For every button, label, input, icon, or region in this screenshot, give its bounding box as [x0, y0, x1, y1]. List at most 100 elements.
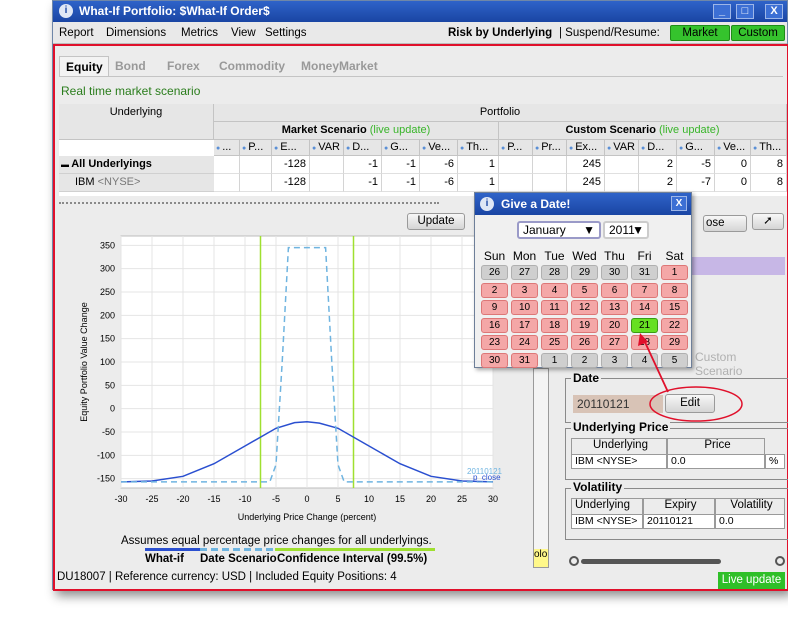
column-label: Ex... [575, 141, 598, 153]
tab-commodity[interactable]: Commodity [213, 56, 295, 76]
portfolio-header: Portfolio [214, 104, 787, 122]
calendar-day[interactable]: 16 [481, 317, 508, 333]
calendar-day[interactable]: 29 [571, 265, 598, 280]
scroll-thumb[interactable] [581, 559, 721, 564]
calendar-day[interactable]: 27 [601, 335, 628, 350]
detach-button[interactable]: ➚ [752, 213, 784, 230]
market-column-header[interactable]: ● D... [344, 140, 382, 156]
exchange-label: <NYSE> [94, 176, 141, 188]
tab-forex[interactable]: Forex [161, 56, 213, 76]
calendar-day[interactable]: 14 [631, 300, 658, 315]
calendar-day[interactable]: 6 [601, 282, 628, 298]
menu-view[interactable]: View [231, 27, 256, 39]
tab-equity[interactable]: Equity [59, 56, 109, 76]
market-column-header[interactable]: ● P... [240, 140, 272, 156]
calendar-day[interactable]: 18 [541, 317, 568, 333]
tab-bond[interactable]: Bond [109, 56, 161, 76]
calendar-day[interactable]: 27 [511, 265, 538, 280]
custom-column-header[interactable]: ● Ex... [567, 140, 605, 156]
menu-settings[interactable]: Settings [265, 27, 307, 39]
year-select[interactable]: 2011 ▼ [603, 221, 649, 239]
calendar-day[interactable]: 25 [541, 335, 568, 350]
calendar-day[interactable]: 2 [571, 352, 598, 368]
custom-column-header[interactable]: ● P... [499, 140, 533, 156]
app-icon: i [59, 4, 73, 18]
vol-volatility-cell[interactable]: 0.0 [715, 514, 785, 529]
custom-toggle-button[interactable]: Custom [731, 25, 785, 41]
calendar-day[interactable]: 12 [571, 300, 598, 315]
underlying-header[interactable]: Underlying [59, 104, 214, 140]
calendar-day[interactable]: 1 [661, 265, 688, 280]
horizontal-scrollbar[interactable] [569, 556, 787, 566]
tab-moneymarket[interactable]: MoneyMarket [295, 56, 383, 76]
close-panel-button[interactable]: ose [703, 215, 747, 232]
custom-column-header[interactable]: ● VAR [605, 140, 639, 156]
calendar-day[interactable]: 2 [481, 282, 508, 298]
custom-column-header[interactable]: ● Pr... [533, 140, 567, 156]
calendar-day[interactable]: 7 [631, 282, 658, 298]
calendar-day[interactable]: 28 [541, 265, 568, 280]
y-tick-label: -150 [97, 474, 115, 484]
close-button[interactable]: X [765, 4, 783, 19]
calendar-day[interactable]: 15 [661, 300, 688, 315]
calendar-day[interactable]: 26 [481, 265, 508, 280]
maximize-button[interactable]: □ [736, 4, 754, 19]
calendar-day[interactable]: 10 [511, 300, 538, 315]
calendar-day[interactable]: 19 [571, 317, 598, 333]
custom-column-header[interactable]: ● G... [677, 140, 715, 156]
calendar-day[interactable]: 9 [481, 300, 508, 315]
calendar-day[interactable]: 5 [571, 282, 598, 298]
market-column-header[interactable]: ● Th... [458, 140, 499, 156]
calendar-day[interactable]: 23 [481, 335, 508, 350]
calendar-day[interactable]: 30 [601, 265, 628, 280]
portfolio-value-chart: -30 -25 -20 -15 -10 -5 0 5 10 15 20 25 30-150-100-50… [79, 235, 503, 522]
calendar-day[interactable]: 24 [511, 335, 538, 350]
minimize-button[interactable]: _ [713, 4, 731, 19]
table-row-name[interactable]: ▬ All Underlyings [59, 156, 214, 174]
splitter[interactable] [59, 202, 439, 204]
calendar-day[interactable]: 31 [631, 265, 658, 280]
calendar-day[interactable]: 3 [511, 282, 538, 298]
calendar-day[interactable]: 26 [571, 335, 598, 350]
calendar-day[interactable]: 20 [601, 317, 628, 333]
custom-column-header[interactable]: ● Ve... [715, 140, 751, 156]
up-percent-cell[interactable]: % [765, 454, 785, 469]
calendar-day[interactable]: 3 [601, 352, 628, 368]
calendar-day[interactable]: 1 [541, 352, 568, 368]
calendar-day[interactable]: 8 [661, 282, 688, 298]
up-underlying-cell[interactable]: IBM <NYSE> [571, 454, 667, 469]
vol-expiry-cell[interactable]: 20110121 [643, 514, 715, 529]
market-toggle-button[interactable]: Market [670, 25, 730, 41]
month-select[interactable]: January ▼ [517, 221, 601, 239]
calendar-day[interactable]: 30 [481, 352, 508, 368]
calendar-day[interactable]: 4 [541, 282, 568, 298]
calendar-day[interactable]: 31 [511, 352, 538, 368]
menu-report[interactable]: Report [59, 27, 94, 39]
table-cell [214, 174, 240, 192]
collapse-icon[interactable]: ▬ [61, 160, 71, 169]
date-title: Date [571, 371, 602, 385]
scroll-left-icon[interactable] [569, 556, 579, 566]
custom-column-header[interactable]: ● D... [639, 140, 677, 156]
market-column-header[interactable]: ● ... [214, 140, 240, 156]
scroll-right-icon[interactable] [775, 556, 785, 566]
vertical-scrollbar[interactable]: olo [533, 368, 549, 568]
market-column-header[interactable]: ● E... [272, 140, 310, 156]
table-row-name[interactable]: IBM <NYSE> [59, 174, 214, 192]
market-column-header[interactable]: ● VAR [310, 140, 344, 156]
menu-dimensions[interactable]: Dimensions [106, 27, 166, 39]
market-column-header[interactable]: ● G... [382, 140, 420, 156]
live-update-indicator[interactable]: Live update [718, 572, 785, 589]
vol-underlying-cell[interactable]: IBM <NYSE> [571, 514, 643, 529]
calendar-day[interactable]: 11 [541, 300, 568, 315]
date-picker-close-button[interactable]: X [671, 196, 687, 211]
menu-metrics[interactable]: Metrics [181, 27, 218, 39]
market-column-header[interactable]: ● Ve... [420, 140, 458, 156]
up-price-cell[interactable]: 0.0 [667, 454, 765, 469]
risk-by-underlying[interactable]: Risk by Underlying [448, 27, 552, 39]
custom-column-header[interactable]: ● Th... [751, 140, 787, 156]
pclose-annotation: p_close [473, 473, 501, 482]
calendar-day[interactable]: 13 [601, 300, 628, 315]
vol-header-expiry: Expiry [643, 498, 715, 515]
calendar-day[interactable]: 17 [511, 317, 538, 333]
